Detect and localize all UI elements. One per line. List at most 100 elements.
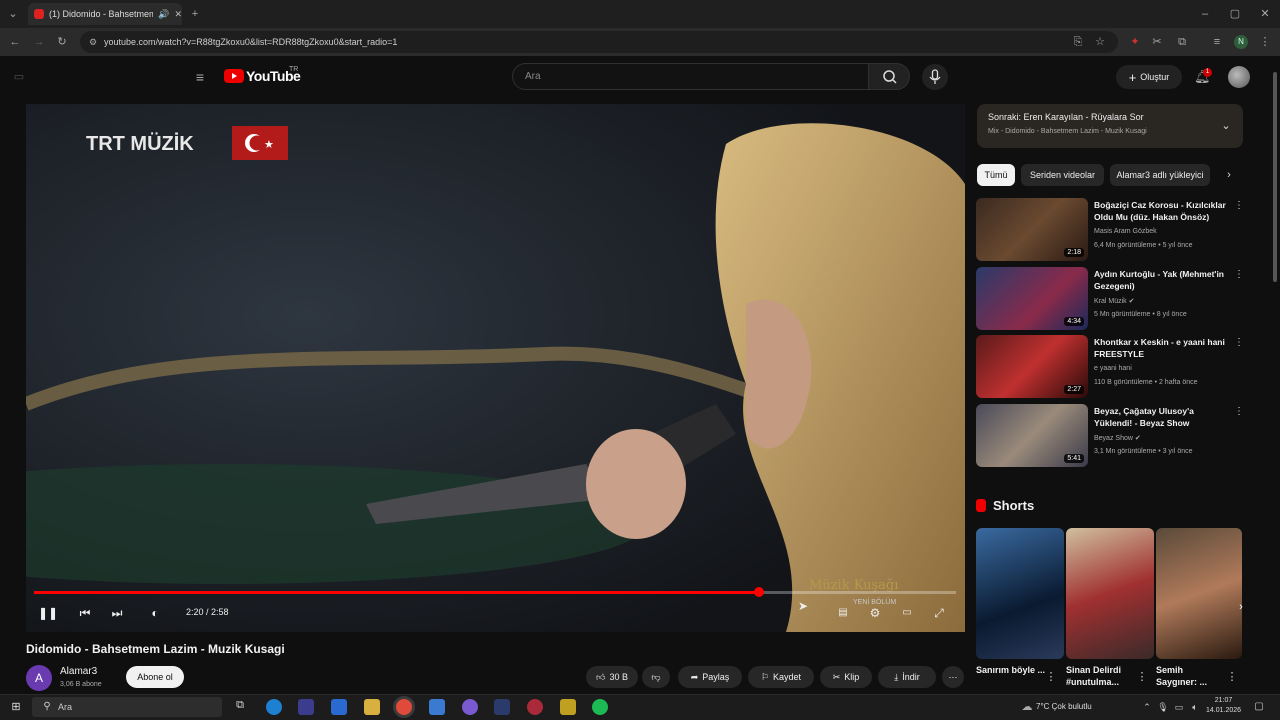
chrome-menu-icon[interactable]: ⋮: [1258, 35, 1272, 49]
chevron-down-icon[interactable]: ⌄: [1219, 119, 1233, 133]
short-caption[interactable]: Sanırım böyle ...: [976, 664, 1046, 676]
video-thumbnail[interactable]: 4:34: [976, 267, 1088, 330]
download-button[interactable]: ⤓ İndir: [878, 666, 936, 688]
like-button[interactable]: 👍︎ 30 B: [586, 666, 638, 688]
extension-icon[interactable]: ✦: [1128, 35, 1142, 49]
fullscreen-icon[interactable]: ⤢: [930, 605, 948, 621]
task-view-icon[interactable]: ⧉: [232, 699, 248, 715]
mic-tray-icon[interactable]: 🎙︎: [1156, 700, 1170, 714]
short-caption[interactable]: Sinan Delirdi #unutulma...: [1066, 664, 1136, 688]
shorts-next-icon[interactable]: ›: [1234, 600, 1248, 614]
more-actions-button[interactable]: ⋯: [942, 666, 964, 688]
extensions-puzzle-icon[interactable]: ⧉: [1175, 35, 1189, 49]
chevron-right-icon[interactable]: ›: [1222, 168, 1236, 182]
video-thumbnail[interactable]: 2:27: [976, 335, 1088, 398]
up-next-panel[interactable]: [977, 104, 1243, 148]
chrome-icon[interactable]: [396, 699, 412, 715]
subscribe-button[interactable]: Abone ol: [126, 666, 184, 688]
more-vert-icon[interactable]: ⋮: [1225, 670, 1239, 684]
previous-icon[interactable]: ⏮︎: [76, 605, 94, 621]
forward-icon[interactable]: →: [32, 35, 46, 49]
minimize-icon[interactable]: –: [1198, 7, 1212, 21]
new-tab-icon[interactable]: +: [188, 7, 202, 21]
window-close-icon[interactable]: ✕: [1258, 7, 1272, 21]
app-icon[interactable]: [527, 699, 543, 715]
back-icon[interactable]: ←: [8, 35, 22, 49]
pause-icon[interactable]: ❚❚: [38, 605, 58, 621]
windows-start-icon[interactable]: ⊞: [9, 700, 23, 714]
recommendation-title[interactable]: Beyaz, Çağatay Ulusoy'a Yüklendi! - Beya…: [1094, 405, 1232, 429]
more-vert-icon[interactable]: ⋮: [1044, 670, 1058, 684]
settings-gear-icon[interactable]: ⚙: [866, 605, 884, 621]
maximize-icon[interactable]: ▢: [1228, 7, 1242, 21]
recommendation-channel[interactable]: Beyaz Show ✔: [1094, 434, 1141, 442]
app-icon[interactable]: [560, 699, 576, 715]
video-thumbnail[interactable]: 5:41: [976, 404, 1088, 467]
recommendation-channel[interactable]: Masis Aram Gözbek: [1094, 228, 1157, 235]
volume-icon[interactable]: ◐: [146, 605, 164, 621]
mail-icon[interactable]: [331, 699, 347, 715]
youtube-logo-icon[interactable]: [224, 69, 244, 83]
recommendation-item[interactable]: 2:18 Boğaziçi Caz Korosu - Kızılcıklar O…: [976, 198, 1244, 262]
recommendation-item[interactable]: 5:41 Beyaz, Çağatay Ulusoy'a Yüklendi! -…: [976, 404, 1244, 468]
speaker-icon[interactable]: 🔊: [158, 9, 169, 20]
voice-search-button[interactable]: [922, 64, 948, 90]
video-player[interactable]: TRT MÜZİK ★: [26, 104, 965, 632]
taskbar-search[interactable]: Ara: [32, 697, 222, 717]
reading-list-icon[interactable]: ≡: [1210, 35, 1224, 49]
tray-expand-icon[interactable]: ⌃: [1140, 700, 1154, 714]
subtitles-icon[interactable]: ▤: [834, 605, 852, 621]
close-tab-icon[interactable]: ✕: [174, 9, 182, 20]
app-icon[interactable]: [429, 699, 445, 715]
chip-all[interactable]: Tümü: [977, 164, 1015, 186]
store-icon[interactable]: [298, 699, 314, 715]
extension-2-icon[interactable]: ✂: [1150, 35, 1164, 49]
short-caption[interactable]: Semih Saygıner: ...: [1156, 664, 1226, 688]
chip-uploader[interactable]: Alamar3 adlı yükleyici: [1110, 164, 1210, 186]
address-bar[interactable]: youtube.com/watch?v=R88tgZkoxu0&list=RDR…: [80, 31, 1118, 53]
install-icon[interactable]: ⎘: [1071, 35, 1085, 49]
tab-search-icon[interactable]: ⌄: [6, 7, 20, 21]
short-thumbnail[interactable]: [1156, 528, 1242, 659]
clip-button[interactable]: ✂ Klip: [820, 666, 872, 688]
recommendation-title[interactable]: Aydın Kurtoğlu - Yak (Mehmet'in Gezegeni…: [1094, 268, 1232, 292]
recommendation-item[interactable]: 2:27 Khontkar x Keskin - e yaani hani FR…: [976, 335, 1244, 399]
edge-icon[interactable]: [266, 699, 282, 715]
channel-name[interactable]: Alamar3: [60, 666, 97, 677]
browser-tab[interactable]: (1) Didomido - Bahsetmem Lazim - Muzik K…: [28, 3, 182, 25]
network-icon[interactable]: ▭: [1172, 700, 1186, 714]
site-info-icon[interactable]: ⚙: [86, 35, 100, 49]
recommendation-title[interactable]: Boğaziçi Caz Korosu - Kızılcıklar Oldu M…: [1094, 199, 1232, 223]
profile-avatar[interactable]: N: [1234, 35, 1248, 49]
share-button[interactable]: ➦ Paylaş: [678, 666, 742, 688]
account-avatar[interactable]: [1228, 66, 1250, 88]
more-vert-icon[interactable]: ⋮: [1135, 670, 1149, 684]
spotify-icon[interactable]: [592, 699, 608, 715]
recommendation-channel[interactable]: e yaani hani: [1094, 365, 1132, 372]
recommendation-channel[interactable]: Kral Müzik ✔: [1094, 297, 1135, 305]
recommendation-item[interactable]: 4:34 Aydın Kurtoğlu - Yak (Mehmet'in Gez…: [976, 267, 1244, 331]
short-thumbnail[interactable]: [976, 528, 1064, 659]
chip-series-videos[interactable]: Seriden videolar: [1021, 164, 1104, 186]
theater-mode-icon[interactable]: ▭: [898, 605, 916, 621]
more-vert-icon[interactable]: ⋮: [1234, 406, 1244, 417]
search-button[interactable]: [868, 63, 910, 90]
short-thumbnail[interactable]: [1066, 528, 1154, 659]
menu-hamburger-icon[interactable]: ≡: [193, 70, 207, 84]
cast-icon[interactable]: ▭: [12, 70, 26, 84]
file-explorer-icon[interactable]: [364, 699, 380, 715]
dislike-button[interactable]: 👎︎: [642, 666, 670, 688]
next-icon[interactable]: ⏭︎: [108, 605, 126, 621]
reload-icon[interactable]: ↻: [55, 35, 69, 49]
notification-center-icon[interactable]: ▢: [1252, 700, 1266, 714]
channel-avatar[interactable]: A: [26, 665, 52, 691]
progress-bar[interactable]: [34, 587, 956, 597]
video-thumbnail[interactable]: 2:18: [976, 198, 1088, 261]
more-vert-icon[interactable]: ⋮: [1234, 200, 1244, 211]
app-icon[interactable]: [462, 699, 478, 715]
weather-text[interactable]: 7°C Çok bulutlu: [1036, 702, 1092, 711]
speaker-tray-icon[interactable]: 🔈︎: [1188, 700, 1202, 714]
steam-icon[interactable]: [494, 699, 510, 715]
bookmark-star-icon[interactable]: ☆: [1093, 35, 1107, 49]
save-button[interactable]: ⚐ Kaydet: [748, 666, 814, 688]
